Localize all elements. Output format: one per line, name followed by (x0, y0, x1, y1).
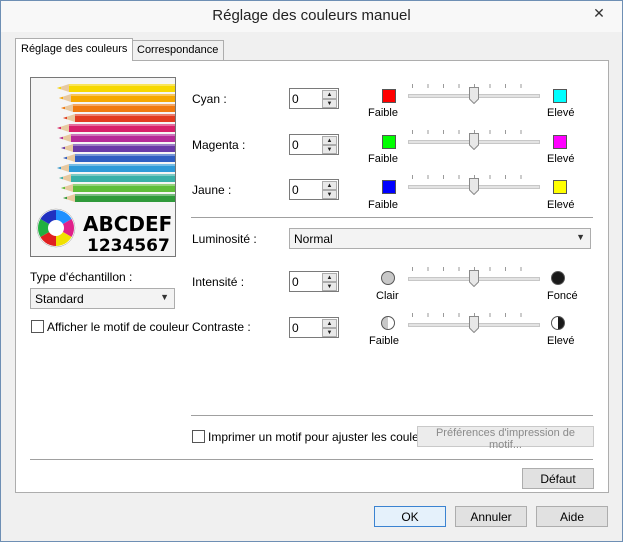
divider (191, 217, 593, 218)
contrast-high-label: Elevé (547, 335, 575, 347)
print-pattern-checkbox[interactable] (192, 430, 205, 443)
print-pattern-label: Imprimer un motif pour ajuster les coule… (208, 430, 436, 444)
light-circle-icon (381, 271, 395, 285)
contrast-slider[interactable] (408, 310, 540, 336)
cyan-high-swatch (553, 89, 567, 103)
contrast-value-stepper[interactable]: ▲ ▼ (289, 317, 339, 338)
cyan-slider[interactable] (408, 81, 540, 107)
sample-type-label: Type d'échantillon : (30, 270, 133, 284)
low-contrast-icon (381, 316, 395, 330)
dark-circle-icon (551, 271, 565, 285)
spin-up-icon[interactable]: ▲ (322, 136, 337, 145)
slider-thumb[interactable] (469, 178, 479, 196)
magenta-high-swatch (553, 135, 567, 149)
intensity-low-label: Clair (376, 290, 399, 302)
magenta-value-stepper[interactable]: ▲ ▼ (289, 134, 339, 155)
sample-type-select[interactable]: Standard ▼ (30, 288, 175, 309)
yellow-value-stepper[interactable]: ▲ ▼ (289, 179, 339, 200)
contrast-value-input[interactable] (292, 320, 320, 335)
intensity-value-input[interactable] (292, 274, 320, 289)
spin-up-icon[interactable]: ▲ (322, 90, 337, 99)
window-title: Réglage des couleurs manuel (212, 7, 411, 24)
cyan-value-stepper[interactable]: ▲ ▼ (289, 88, 339, 109)
spin-up-icon[interactable]: ▲ (322, 273, 337, 282)
spin-up-icon[interactable]: ▲ (322, 181, 337, 190)
yellow-value-input[interactable] (292, 182, 320, 197)
pattern-print-preferences-button[interactable]: Préférences d'impression de motif... (417, 426, 594, 451)
spin-down-icon[interactable]: ▼ (322, 99, 337, 108)
intensity-label: Intensité : (192, 275, 245, 289)
intensity-high-label: Foncé (547, 290, 578, 302)
divider (30, 459, 593, 460)
close-button[interactable]: ✕ (581, 1, 617, 25)
tab-matching[interactable]: Correspondance (131, 40, 225, 60)
slider-thumb[interactable] (469, 316, 479, 334)
show-pattern-label: Afficher le motif de couleur (47, 320, 189, 334)
ok-button[interactable]: OK (374, 506, 446, 527)
dialog-window: Réglage des couleurs manuel ✕ Réglage de… (0, 0, 623, 542)
color-preview-image: ABCDEF 1234567 (30, 77, 176, 257)
chevron-down-icon: ▼ (576, 232, 585, 242)
default-button[interactable]: Défaut (522, 468, 594, 489)
intensity-value-stepper[interactable]: ▲ ▼ (289, 271, 339, 292)
intensity-slider[interactable] (408, 264, 540, 290)
chevron-down-icon: ▼ (160, 292, 169, 302)
cyan-value-input[interactable] (292, 91, 320, 106)
yellow-high-swatch (553, 180, 567, 194)
sample-digits: 1234567 (87, 236, 170, 256)
contrast-low-label: Faible (369, 335, 399, 347)
high-contrast-icon (551, 316, 565, 330)
yellow-high-label: Elevé (547, 199, 575, 211)
yellow-low-swatch (382, 180, 396, 194)
brightness-select[interactable]: Normal ▼ (289, 228, 591, 249)
yellow-low-label: Faible (368, 199, 398, 211)
help-button[interactable]: Aide (536, 506, 608, 527)
contrast-label: Contraste : (192, 320, 251, 334)
magenta-label: Magenta : (192, 138, 246, 152)
slider-thumb[interactable] (469, 270, 479, 288)
spin-down-icon[interactable]: ▼ (322, 282, 337, 291)
magenta-value-input[interactable] (292, 137, 320, 152)
title-bar[interactable]: Réglage des couleurs manuel ✕ (1, 1, 622, 32)
sample-type-value: Standard (35, 292, 84, 306)
magenta-slider[interactable] (408, 127, 540, 153)
tab-label: Réglage des couleurs (21, 43, 128, 55)
settings-panel: ABCDEF 1234567 Type d'échantillon : Stan… (15, 60, 609, 493)
tab-color-adjustment[interactable]: Réglage des couleurs (15, 38, 134, 61)
slider-thumb[interactable] (469, 87, 479, 105)
yellow-label: Jaune : (192, 183, 232, 197)
close-icon: ✕ (593, 4, 605, 21)
brightness-value: Normal (294, 232, 333, 246)
tab-label: Correspondance (137, 44, 219, 56)
cyan-low-swatch (382, 89, 396, 103)
spin-up-icon[interactable]: ▲ (322, 319, 337, 328)
spin-down-icon[interactable]: ▼ (322, 328, 337, 337)
cancel-button[interactable]: Annuler (455, 506, 527, 527)
spin-down-icon[interactable]: ▼ (322, 145, 337, 154)
sample-letters: ABCDEF (83, 212, 173, 236)
slider-thumb[interactable] (469, 133, 479, 151)
cyan-high-label: Elevé (547, 107, 575, 119)
show-pattern-checkbox[interactable] (31, 320, 44, 333)
yellow-slider[interactable] (408, 172, 540, 198)
magenta-high-label: Elevé (547, 153, 575, 165)
brightness-label: Luminosité : (192, 232, 257, 246)
divider (191, 415, 593, 416)
spin-down-icon[interactable]: ▼ (322, 190, 337, 199)
magenta-low-label: Faible (368, 153, 398, 165)
cyan-low-label: Faible (368, 107, 398, 119)
cyan-label: Cyan : (192, 92, 227, 106)
magenta-low-swatch (382, 135, 396, 149)
